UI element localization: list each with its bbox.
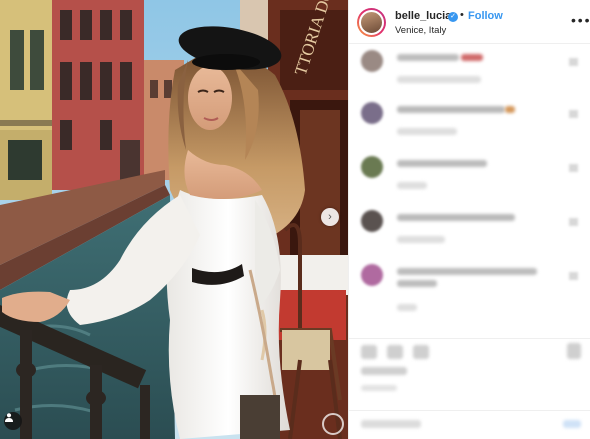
save-icon[interactable] [567, 343, 581, 359]
username-link[interactable]: belle_lucia [395, 10, 451, 22]
like-comment-icon[interactable] [569, 58, 578, 66]
instagram-post-modal: TTORIA DO › belle_lucia ✓ • Follow Venic… [0, 0, 590, 439]
separator-dot: • [460, 9, 464, 21]
post-photo[interactable]: TTORIA DO › [0, 0, 348, 439]
likes-count [361, 367, 407, 375]
comment-row [349, 210, 590, 260]
like-comment-icon[interactable] [569, 110, 578, 118]
like-comment-icon[interactable] [569, 218, 578, 226]
comment-row [349, 50, 590, 100]
more-options-icon[interactable]: • • • [571, 12, 590, 28]
comment-avatar [361, 156, 383, 178]
post-timestamp [361, 385, 397, 391]
comment-icon[interactable] [387, 345, 403, 359]
follow-button[interactable]: Follow [468, 10, 503, 22]
comment-avatar [361, 210, 383, 232]
like-comment-icon[interactable] [569, 164, 578, 172]
user-tag-button[interactable] [4, 412, 22, 430]
add-comment-bar [349, 410, 590, 439]
add-comment-input[interactable] [361, 420, 421, 428]
chevron-right-icon: › [328, 211, 332, 223]
comment-row [349, 264, 590, 314]
comment-row [349, 102, 590, 152]
comment-row [349, 156, 590, 206]
user-tag-icon [5, 413, 13, 422]
avatar[interactable] [357, 8, 386, 37]
post-comment-button[interactable] [563, 420, 581, 428]
watermark-logo [322, 413, 344, 435]
verified-badge-icon: ✓ [448, 12, 458, 22]
photo-illustration: TTORIA DO [0, 0, 348, 439]
post-side-panel: belle_lucia ✓ • Follow Venice, Italy • •… [348, 0, 590, 439]
post-header: belle_lucia ✓ • Follow Venice, Italy • •… [349, 0, 590, 44]
next-photo-button[interactable]: › [321, 208, 339, 226]
location-link[interactable]: Venice, Italy [395, 25, 446, 36]
comment-avatar [361, 264, 383, 286]
like-comment-icon[interactable] [569, 272, 578, 280]
comment-avatar [361, 50, 383, 72]
comment-avatar [361, 102, 383, 124]
share-icon[interactable] [413, 345, 429, 359]
like-icon[interactable] [361, 345, 377, 359]
